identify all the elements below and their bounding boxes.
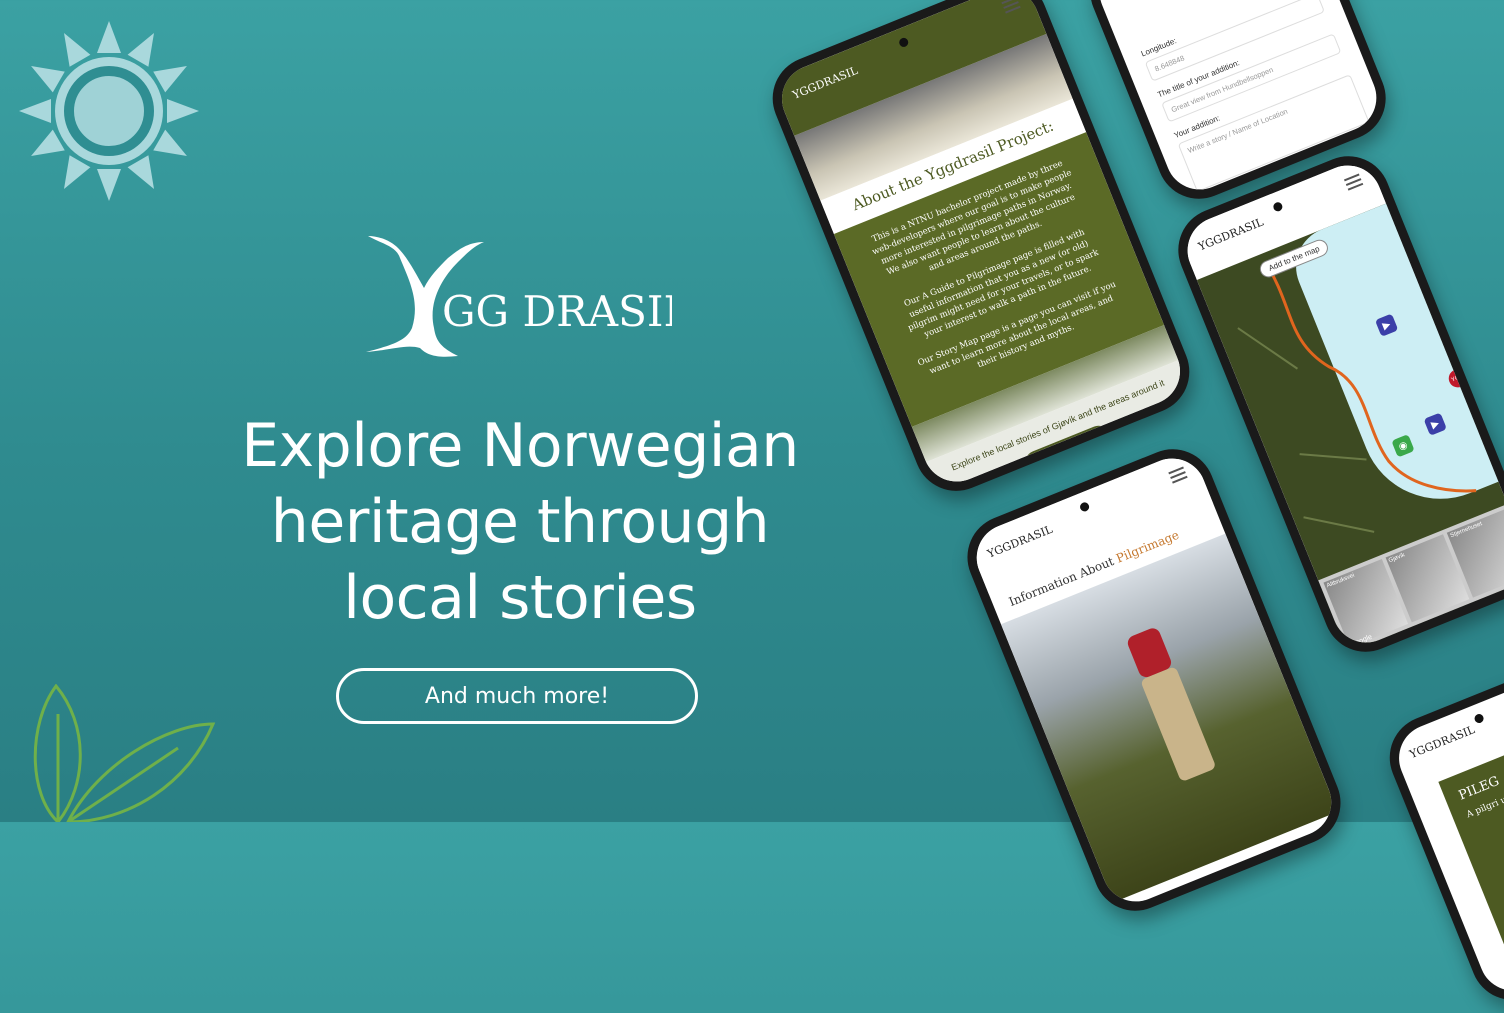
menu-icon[interactable] — [1343, 173, 1364, 191]
headline-line-3: local stories — [343, 563, 697, 633]
phone-brand: YGGDRASIL — [1407, 723, 1477, 762]
brand-name: GG DRASIL — [442, 287, 672, 336]
phone-brand: YGGDRASIL — [985, 522, 1055, 561]
menu-icon[interactable] — [1001, 0, 1021, 14]
page-headline: Explore Norwegian heritage through local… — [230, 408, 810, 636]
menu-icon[interactable] — [1168, 466, 1188, 484]
phone-brand: YGGDRASIL — [1196, 215, 1266, 254]
headline-line-1: Explore Norwegian — [241, 411, 799, 481]
phone-peek-mockup: YGGDRASIL PILEG A pilgri used t jour — [1377, 659, 1504, 1013]
and-much-more-button[interactable]: And much more! — [336, 668, 698, 724]
headline-line-2: heritage through — [270, 487, 770, 557]
camera-icon — [1473, 712, 1485, 725]
hiker-body — [1140, 665, 1217, 783]
phone-brand: YGGDRASIL — [790, 63, 860, 102]
peek-title: PILEG — [1456, 773, 1502, 804]
sun-icon — [19, 21, 199, 201]
leaf-icon — [33, 684, 216, 822]
yggdrasil-logo: GG DRASIL — [366, 236, 672, 357]
peek-card: PILEG A pilgri used t jour — [1438, 724, 1504, 994]
